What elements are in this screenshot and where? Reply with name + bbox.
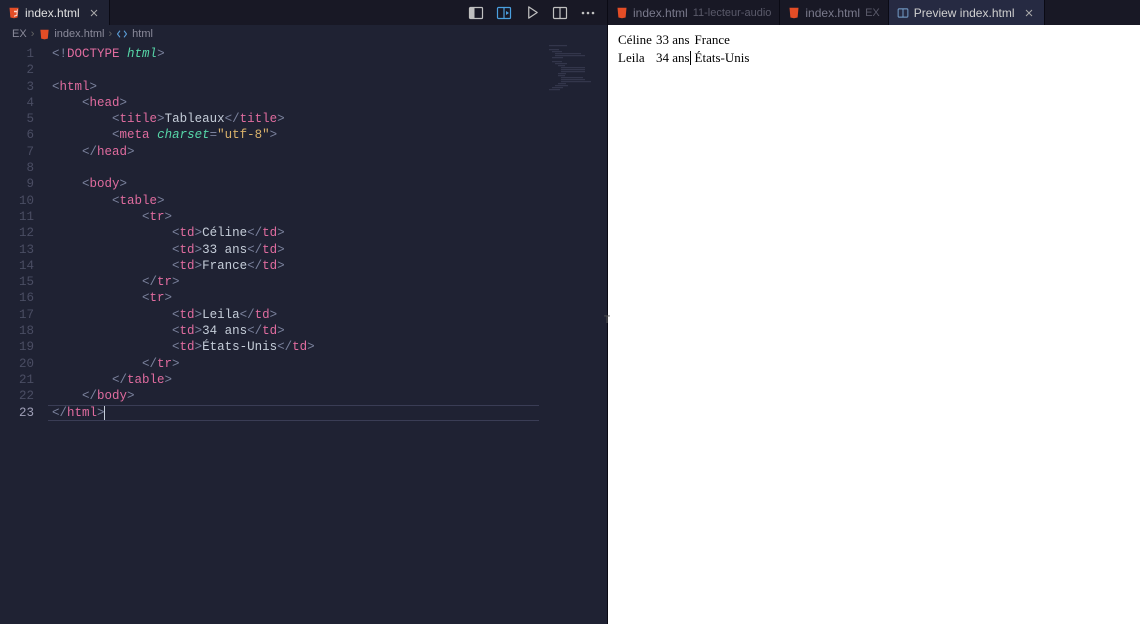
html-file-icon	[616, 7, 628, 19]
table-cell: États-Unis	[693, 49, 752, 67]
code-line[interactable]: <table>	[48, 193, 607, 209]
preview-table: Céline33 ansFranceLeila34 ansÉtats-Unis	[616, 31, 751, 67]
editor-tabbar: index.html	[0, 0, 607, 25]
code-line[interactable]: <title>Tableaux</title>	[48, 111, 607, 127]
table-row: Leila34 ansÉtats-Unis	[616, 49, 751, 67]
tab-label: Preview index.html	[914, 6, 1015, 20]
code-editor[interactable]: 1234567891011121314151617181920212223 <!…	[0, 43, 607, 624]
code-line[interactable]: <td>34 ans</td>	[48, 323, 607, 339]
line-number-gutter: 1234567891011121314151617181920212223	[0, 43, 48, 624]
more-icon[interactable]	[579, 4, 597, 22]
table-cell: 33 ans	[654, 31, 693, 49]
code-line[interactable]: </head>	[48, 144, 607, 160]
code-line[interactable]: <tr>	[48, 290, 607, 306]
breadcrumb-symbol[interactable]: html	[132, 28, 153, 40]
code-line[interactable]: </body>	[48, 388, 607, 404]
minimap[interactable]	[547, 43, 607, 624]
code-line[interactable]: </tr>	[48, 274, 607, 290]
breadcrumb[interactable]: EX › index.html › html	[0, 25, 607, 43]
table-row: Céline33 ansFrance	[616, 31, 751, 49]
breadcrumb-file[interactable]: index.html	[54, 28, 104, 40]
table-cell: 34 ans	[654, 49, 693, 67]
code-line[interactable]: <td>États-Unis</td>	[48, 339, 607, 355]
text-cursor	[690, 51, 691, 65]
panel-layout-icon[interactable]	[467, 4, 485, 22]
code-line[interactable]: <body>	[48, 176, 607, 192]
tab-sublabel: EX	[865, 7, 880, 19]
splitter-handle-icon: T	[603, 313, 611, 327]
chevron-right-icon: ›	[31, 28, 35, 40]
code-content[interactable]: <!DOCTYPE html> <html> <head> <title>Tabl…	[48, 43, 607, 624]
table-cell: Céline	[616, 31, 654, 49]
code-line[interactable]: <td>Leila</td>	[48, 307, 607, 323]
chevron-right-icon: ›	[109, 28, 113, 40]
code-line[interactable]: <tr>	[48, 209, 607, 225]
tab-file[interactable]: index.html EX	[780, 0, 888, 25]
close-icon[interactable]	[1022, 6, 1036, 20]
code-line[interactable]: </html>	[48, 405, 607, 421]
table-cell: France	[693, 31, 752, 49]
editor-pane: index.html EX ›	[0, 0, 608, 624]
html-file-icon	[788, 7, 800, 19]
run-icon[interactable]	[523, 4, 541, 22]
open-preview-icon[interactable]	[495, 4, 513, 22]
tab-label: index.html	[633, 6, 688, 20]
close-icon[interactable]	[87, 6, 101, 20]
tab-label: index.html	[805, 6, 860, 20]
code-line[interactable]: <td>Céline</td>	[48, 225, 607, 241]
code-line[interactable]: </table>	[48, 372, 607, 388]
breadcrumb-root[interactable]: EX	[12, 28, 27, 40]
code-line[interactable]: <head>	[48, 95, 607, 111]
table-cell: Leila	[616, 49, 654, 67]
html-preview[interactable]: Céline33 ansFranceLeila34 ansÉtats-Unis	[608, 25, 1140, 624]
code-line[interactable]: <html>	[48, 79, 607, 95]
preview-icon	[897, 7, 909, 19]
code-line[interactable]: <td>33 ans</td>	[48, 242, 607, 258]
code-line[interactable]: </tr>	[48, 356, 607, 372]
tab-index-html[interactable]: index.html	[0, 0, 110, 25]
html-file-icon	[8, 7, 20, 19]
code-symbol-icon	[116, 28, 128, 40]
html-file-icon	[38, 28, 50, 40]
code-line[interactable]: <!DOCTYPE html>	[48, 46, 607, 62]
preview-pane: index.html 11-lecteur-audio index.html EX Pr…	[608, 0, 1140, 624]
tab-sublabel: 11-lecteur-audio	[693, 7, 772, 19]
code-line[interactable]	[48, 160, 607, 176]
tab-preview[interactable]: Preview index.html	[889, 0, 1045, 25]
tab-label: index.html	[25, 6, 80, 20]
code-line[interactable]: <td>France</td>	[48, 258, 607, 274]
preview-tabbar: index.html 11-lecteur-audio index.html EX Pr…	[608, 0, 1140, 25]
editor-toolbar	[467, 0, 607, 25]
split-editor-icon[interactable]	[551, 4, 569, 22]
code-line[interactable]: <meta charset="utf-8">	[48, 127, 607, 143]
tab-file[interactable]: index.html 11-lecteur-audio	[608, 0, 780, 25]
code-line[interactable]	[48, 62, 607, 78]
